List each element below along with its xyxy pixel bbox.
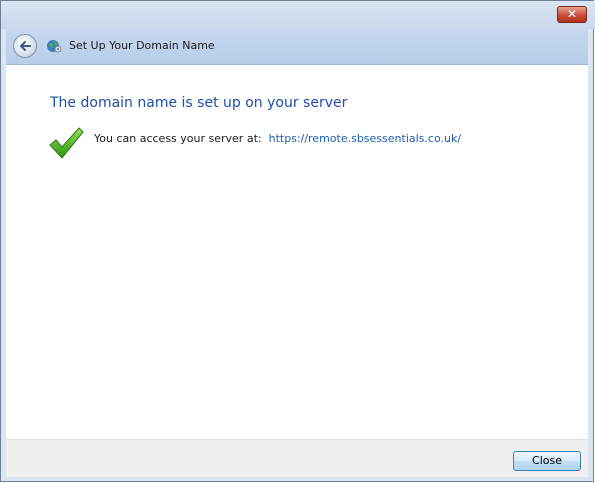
window-close-icon[interactable]: ✕ xyxy=(557,6,587,23)
wizard-window: ✕ Set Up Your Domain Name The domain nam… xyxy=(0,0,595,482)
back-arrow-icon xyxy=(20,41,31,51)
footer-bar: Close xyxy=(6,439,588,477)
wizard-header: Set Up Your Domain Name xyxy=(6,29,588,65)
globe-network-icon xyxy=(47,40,62,53)
close-button[interactable]: Close xyxy=(513,451,581,471)
access-label: You can access your server at: xyxy=(94,132,262,145)
green-checkmark-icon xyxy=(49,127,84,159)
status-heading: The domain name is set up on your server xyxy=(50,95,348,111)
title-bar: ✕ xyxy=(1,1,595,29)
back-button[interactable] xyxy=(13,34,37,58)
content-area: The domain name is set up on your server… xyxy=(6,65,588,439)
server-url-link[interactable]: https://remote.sbsessentials.co.uk/ xyxy=(269,132,461,145)
access-message: You can access your server at: https://re… xyxy=(94,132,461,145)
wizard-title: Set Up Your Domain Name xyxy=(69,39,215,52)
